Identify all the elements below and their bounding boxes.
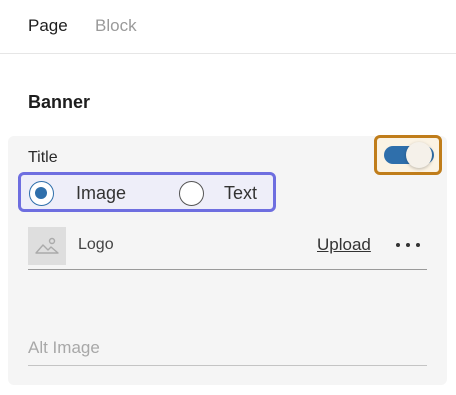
- more-horizontal-icon[interactable]: [396, 235, 420, 255]
- logo-row: Logo Upload: [28, 227, 427, 270]
- tab-page[interactable]: Page: [28, 16, 68, 36]
- image-placeholder-icon[interactable]: [28, 227, 66, 265]
- upload-link[interactable]: Upload: [317, 235, 371, 255]
- alt-image-input[interactable]: [28, 333, 427, 363]
- radio-text[interactable]: Text: [179, 181, 257, 206]
- radio-image-circle[interactable]: [29, 181, 54, 206]
- radio-text-label: Text: [224, 183, 258, 203]
- tab-block[interactable]: Block: [95, 16, 137, 36]
- title-toggle-highlight: [374, 135, 442, 175]
- title-field-label: Title: [28, 149, 58, 166]
- radio-image[interactable]: Image: [29, 181, 126, 206]
- section-title: Banner: [28, 92, 91, 112]
- logo-label: Logo: [78, 236, 114, 253]
- toggle-knob: [406, 142, 432, 168]
- radio-selected-dot: [35, 187, 47, 199]
- banner-card: Title Image Text Logo Upload Alt Image: [8, 135, 447, 385]
- title-toggle[interactable]: [384, 142, 434, 168]
- alt-image-field: [28, 333, 427, 366]
- page-settings-panel: Page Block Banner Title Image Text Logo …: [0, 0, 456, 395]
- radio-text-circle[interactable]: [179, 181, 204, 206]
- radio-image-label: Image: [76, 183, 127, 203]
- title-type-radio-group: Image Text: [18, 172, 276, 212]
- tab-bar: Page Block: [0, 0, 456, 54]
